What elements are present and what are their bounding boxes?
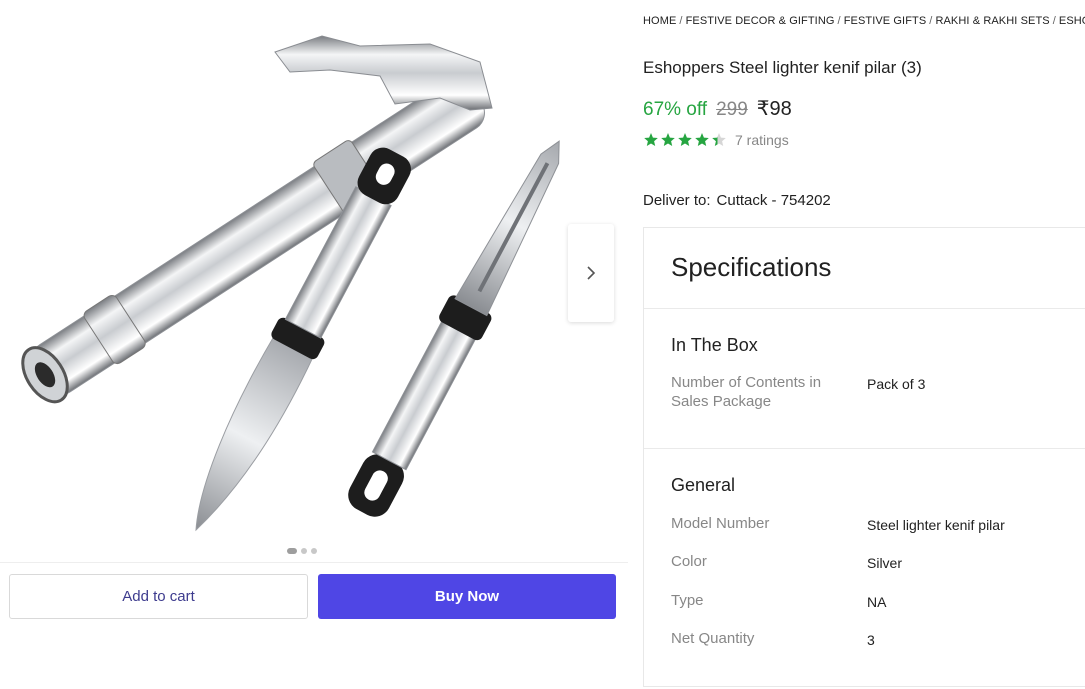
breadcrumb-item[interactable]: FESTIVE DECOR & GIFTING bbox=[686, 15, 835, 27]
deliver-pincode: Cuttack - 754202 bbox=[716, 192, 831, 209]
action-bar: Add to cart Buy Now bbox=[0, 562, 628, 629]
spec-value: NA bbox=[867, 594, 887, 610]
breadcrumb-item[interactable]: RAKHI & RAKHI SETS bbox=[935, 15, 1049, 27]
star-icon bbox=[712, 133, 726, 146]
product-gallery: Add to cart Buy Now bbox=[0, 0, 628, 666]
breadcrumb-item[interactable]: HOME bbox=[643, 15, 676, 27]
discount-percent: 67% off bbox=[643, 99, 708, 120]
spec-section-in-the-box: In The Box Number of Contents in Sales P… bbox=[644, 309, 1085, 449]
star-icon bbox=[678, 133, 692, 146]
breadcrumb-item[interactable]: ESHOPPERS bbox=[1059, 15, 1085, 27]
pagination-dot[interactable] bbox=[287, 548, 297, 554]
price-row: 67% off 299 ₹98 bbox=[643, 96, 792, 121]
add-to-cart-button[interactable]: Add to cart bbox=[9, 574, 308, 619]
product-details: HOME / FESTIVE DECOR & GIFTING / FESTIVE GIF… bbox=[643, 0, 1085, 687]
rating-row: 7 ratings bbox=[643, 132, 789, 148]
spec-key: Model Number bbox=[671, 515, 770, 532]
ratings-count[interactable]: 7 ratings bbox=[735, 132, 789, 148]
spec-section-title: In The Box bbox=[671, 335, 758, 355]
product-image[interactable] bbox=[0, 0, 628, 545]
selling-price: ₹98 bbox=[756, 98, 792, 120]
deliver-label: Deliver to: bbox=[643, 192, 711, 209]
star-icon bbox=[661, 133, 675, 146]
spec-value: Steel lighter kenif pilar bbox=[867, 517, 1005, 533]
gas-lighter-shape bbox=[21, 35, 493, 404]
image-pagination bbox=[287, 548, 317, 554]
delivery-location[interactable]: Deliver to: Cuttack - 754202 bbox=[643, 192, 831, 209]
specifications-card: Specifications In The Box Number of Cont… bbox=[643, 227, 1085, 687]
product-title: Eshoppers Steel lighter kenif pilar (3) bbox=[643, 58, 922, 77]
spec-key: Type bbox=[671, 592, 704, 609]
specifications-heading: Specifications bbox=[644, 228, 1085, 309]
spec-key: Color bbox=[671, 553, 707, 570]
breadcrumb-item[interactable]: FESTIVE GIFTS bbox=[844, 15, 927, 27]
pagination-dot[interactable] bbox=[311, 548, 317, 554]
spec-value: Pack of 3 bbox=[867, 376, 926, 392]
buy-now-button[interactable]: Buy Now bbox=[318, 574, 616, 619]
product-illustration bbox=[21, 35, 560, 532]
spec-section-general: General Model Number Steel lighter kenif… bbox=[644, 449, 1085, 689]
original-price: 299 bbox=[716, 99, 748, 120]
star-icon bbox=[695, 133, 709, 146]
spec-key: Number of Contents in Sales Package bbox=[671, 374, 822, 410]
spec-value: 3 bbox=[867, 632, 875, 648]
rating-stars[interactable] bbox=[643, 132, 727, 148]
next-image-button[interactable] bbox=[568, 224, 614, 322]
spec-key: Net Quantity bbox=[671, 630, 755, 647]
spec-value: Silver bbox=[867, 555, 903, 571]
pagination-dot[interactable] bbox=[301, 548, 307, 554]
spec-section-title: General bbox=[671, 475, 736, 495]
star-icon bbox=[644, 133, 658, 146]
chevron-right-icon bbox=[587, 266, 596, 280]
breadcrumb: HOME / FESTIVE DECOR & GIFTING / FESTIVE GIF… bbox=[643, 15, 1085, 27]
